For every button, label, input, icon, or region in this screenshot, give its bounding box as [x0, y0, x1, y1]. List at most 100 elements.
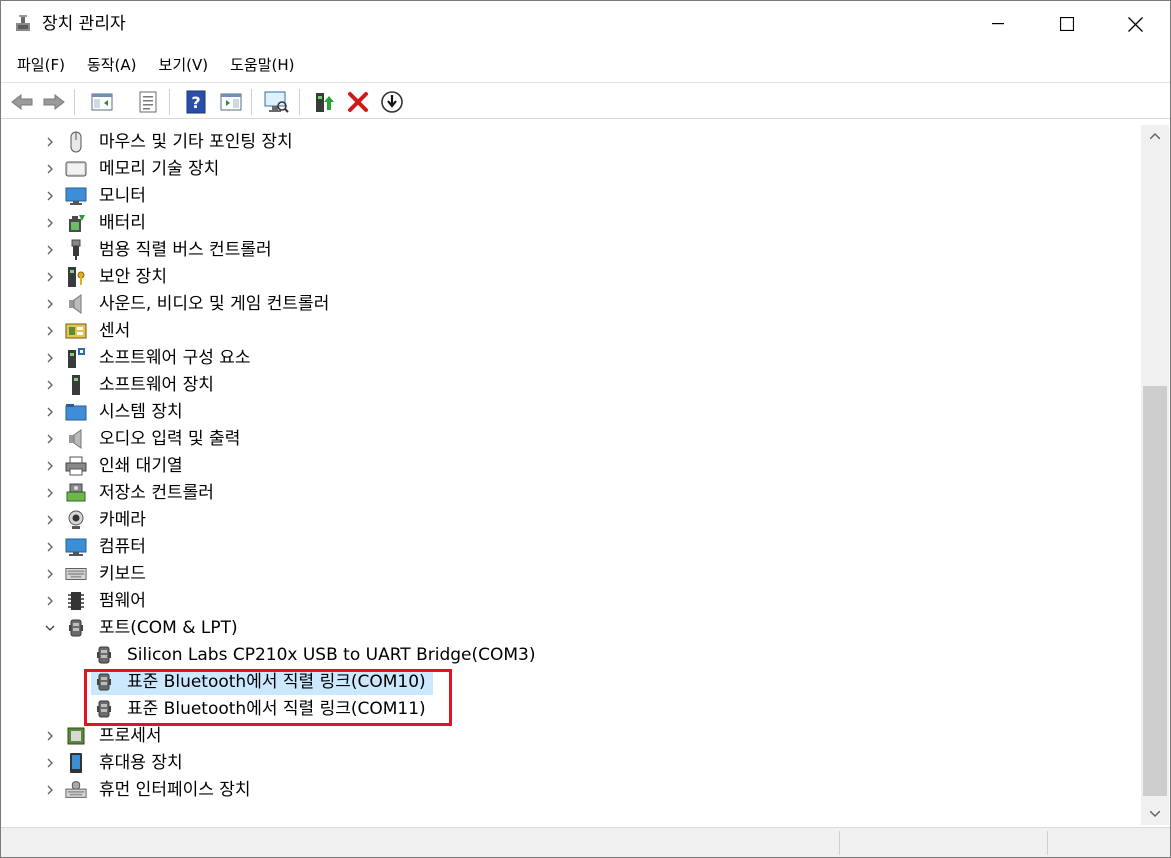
menu-file[interactable]: 파일(F)	[9, 50, 73, 80]
tree-item-label: 오디오 입력 및 출력	[99, 429, 241, 449]
back-arrow-icon	[11, 93, 33, 111]
tree-category[interactable]: 소프트웨어 장치	[5, 372, 1135, 399]
memory-device-icon	[65, 158, 87, 180]
tree-category[interactable]: 메모리 기술 장치	[5, 156, 1135, 183]
sensor-icon	[65, 320, 87, 342]
minimize-button[interactable]	[963, 1, 1032, 47]
tree-category[interactable]: 배터리	[5, 210, 1135, 237]
expand-chevron-icon[interactable]	[43, 513, 57, 527]
device-manager-window: 장치 관리자 파일(F) 동작(A) 보기(V) 도움말(H) ? 마우스 및 …	[0, 0, 1171, 858]
tree-category[interactable]: 사운드, 비디오 및 게임 컨트롤러	[5, 291, 1135, 318]
tree-item-label: 모니터	[99, 186, 146, 206]
tree-category[interactable]: 보안 장치	[5, 264, 1135, 291]
tree-item-label: 키보드	[99, 564, 146, 584]
menu-action[interactable]: 동작(A)	[79, 50, 145, 80]
toolbar-separator	[74, 89, 75, 115]
tree-category[interactable]: 휴먼 인터페이스 장치	[5, 777, 1135, 804]
uninstall-device-icon	[348, 92, 368, 112]
port-icon	[93, 644, 115, 666]
tree-item-label: 휴먼 인터페이스 장치	[99, 780, 251, 800]
expand-chevron-icon[interactable]	[43, 270, 57, 284]
properties-icon	[139, 91, 157, 113]
tree-item-label: 포트(COM & LPT)	[99, 618, 238, 638]
speaker-icon	[65, 293, 87, 315]
menu-view[interactable]: 보기(V)	[151, 50, 217, 80]
tree-category[interactable]: 센서	[5, 318, 1135, 345]
expand-chevron-icon[interactable]	[43, 297, 57, 311]
tree-category[interactable]: 휴대용 장치	[5, 750, 1135, 777]
tree-item-label: 범용 직렬 버스 컨트롤러	[99, 240, 272, 260]
tree-item-label: 메모리 기술 장치	[99, 159, 220, 179]
menu-bar: 파일(F) 동작(A) 보기(V) 도움말(H)	[1, 47, 1170, 82]
expand-chevron-icon[interactable]	[43, 162, 57, 176]
tree-category[interactable]: 마우스 및 기타 포인팅 장치	[5, 129, 1135, 156]
expand-chevron-icon[interactable]	[43, 432, 57, 446]
tree-category[interactable]: 컴퓨터	[5, 534, 1135, 561]
close-button[interactable]	[1101, 1, 1170, 47]
properties-button[interactable]	[135, 89, 161, 115]
show-hide-console-tree-button[interactable]	[89, 89, 115, 115]
forward-button[interactable]	[41, 89, 67, 115]
tree-category[interactable]: 범용 직렬 버스 컨트롤러	[5, 237, 1135, 264]
action-pane-button[interactable]	[218, 89, 244, 115]
maximize-button[interactable]	[1032, 1, 1101, 47]
expand-chevron-icon[interactable]	[43, 189, 57, 203]
expand-chevron-icon[interactable]	[43, 378, 57, 392]
tree-item-label: Silicon Labs CP210x USB to UART Bridge(C…	[127, 645, 536, 665]
tree-item-label: 컴퓨터	[99, 537, 146, 557]
expand-chevron-icon[interactable]	[43, 567, 57, 581]
tree-category[interactable]: 키보드	[5, 561, 1135, 588]
expand-chevron-icon[interactable]	[43, 594, 57, 608]
expand-chevron-icon[interactable]	[43, 486, 57, 500]
expand-chevron-icon[interactable]	[43, 135, 57, 149]
back-button[interactable]	[9, 89, 35, 115]
expand-chevron-icon[interactable]	[43, 351, 57, 365]
window-title: 장치 관리자	[42, 14, 126, 34]
chevron-down-icon	[1150, 811, 1160, 817]
tree-category[interactable]: 저장소 컨트롤러	[5, 480, 1135, 507]
menu-help[interactable]: 도움말(H)	[222, 50, 302, 80]
software-device-icon	[65, 374, 87, 396]
expand-chevron-icon[interactable]	[43, 459, 57, 473]
portable-device-icon	[65, 752, 87, 774]
disable-device-icon	[381, 91, 403, 113]
expand-chevron-icon[interactable]	[43, 405, 57, 419]
tree-category[interactable]: 인쇄 대기열	[5, 453, 1135, 480]
scrollbar-thumb[interactable]	[1143, 386, 1167, 796]
tree-item-label: 배터리	[99, 213, 146, 233]
tree-item-label: 휴대용 장치	[99, 753, 183, 773]
collapse-chevron-icon[interactable]	[43, 621, 57, 635]
expand-chevron-icon[interactable]	[43, 243, 57, 257]
tree-category[interactable]: 시스템 장치	[5, 399, 1135, 426]
status-separator	[839, 831, 840, 855]
tree-category[interactable]: 모니터	[5, 183, 1135, 210]
tree-category[interactable]: 프로세서	[5, 723, 1135, 750]
expand-chevron-icon[interactable]	[43, 783, 57, 797]
storage-controller-icon	[65, 482, 87, 504]
software-component-icon	[65, 347, 87, 369]
tree-category[interactable]: 소프트웨어 구성 요소	[5, 345, 1135, 372]
speaker-icon	[65, 428, 87, 450]
vertical-scrollbar[interactable]	[1141, 125, 1169, 825]
help-button[interactable]: ?	[183, 89, 209, 115]
disable-device-button[interactable]	[379, 89, 405, 115]
update-driver-button[interactable]	[311, 89, 337, 115]
tree-category[interactable]: 오디오 입력 및 출력	[5, 426, 1135, 453]
expand-chevron-icon[interactable]	[43, 756, 57, 770]
expand-chevron-icon[interactable]	[43, 729, 57, 743]
expand-chevron-icon[interactable]	[43, 540, 57, 554]
uninstall-device-button[interactable]	[345, 89, 371, 115]
scroll-down-button[interactable]	[1141, 803, 1169, 825]
scan-hardware-button[interactable]	[263, 89, 289, 115]
highlight-box	[84, 669, 452, 726]
scroll-up-button[interactable]	[1141, 125, 1169, 147]
tree-category[interactable]: 카메라	[5, 507, 1135, 534]
tree-device[interactable]: Silicon Labs CP210x USB to UART Bridge(C…	[5, 642, 1135, 669]
scan-hardware-icon	[264, 91, 289, 113]
expand-chevron-icon[interactable]	[43, 324, 57, 338]
expand-chevron-icon[interactable]	[43, 216, 57, 230]
firmware-chip-icon	[65, 590, 87, 612]
tree-category[interactable]: 펌웨어	[5, 588, 1135, 615]
tree-category[interactable]: 포트(COM & LPT)	[5, 615, 1135, 642]
toolbar-separator	[251, 89, 252, 115]
